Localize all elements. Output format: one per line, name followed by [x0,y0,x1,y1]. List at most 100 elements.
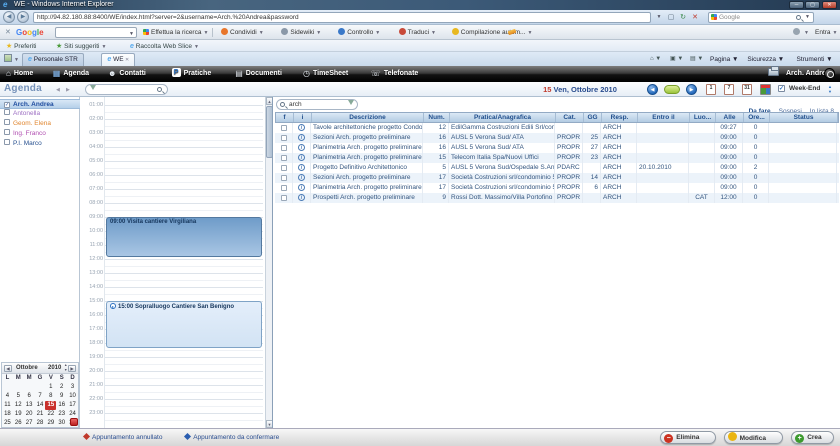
minimize-button[interactable]: ─ [789,1,804,9]
command-strumenti[interactable]: Strumenti ▼ [797,54,833,65]
url-dropdown-icon[interactable]: ▼ [654,12,664,23]
month-view-icon[interactable]: 31 [742,84,752,95]
column-header-alle[interactable]: Alle [716,113,744,122]
info-icon[interactable]: i [298,174,305,181]
table-row[interactable]: iPlanimetria Arch. progetto preliminare1… [275,153,839,163]
minical-day[interactable]: 1 [45,383,56,392]
maximize-button[interactable]: ▢ [805,1,820,9]
column-header-gg[interactable]: GG [584,113,602,122]
close-button[interactable]: ✕ [822,1,837,9]
table-row[interactable]: iPlanimetria Arch. progetto preliminare1… [275,183,839,193]
minical-day[interactable]: 25 [2,419,13,428]
info-icon[interactable]: i [298,164,305,171]
info-icon[interactable]: i [298,134,305,141]
crea-button[interactable]: +Crea [791,431,834,444]
gtoolbar-condividi-button[interactable]: Condividi▼ [218,27,267,38]
row-checkbox[interactable] [281,125,287,131]
info-icon[interactable]: i [298,144,305,151]
table-row[interactable]: iSezioni Arch. progetto preliminare17Soc… [275,173,839,183]
gtoolbar-traduci-button[interactable]: Traduci▼ [396,27,439,38]
tab-close-icon[interactable]: ✕ [124,57,130,63]
tab-personale-str[interactable]: e Personale STR [22,53,84,66]
weekend-checkbox[interactable]: ✓ [778,85,785,92]
row-checkbox[interactable] [281,185,287,191]
checked-checkbox-icon[interactable]: ✓ [4,102,10,108]
search-provider-dropdown-icon[interactable]: ▼ [805,13,810,22]
minical-day[interactable]: 19 [13,410,24,419]
minical-day[interactable]: 4 [2,392,13,401]
gtoolbar-controllo-button[interactable]: Controllo▼ [335,27,383,38]
quick-tabs-icon[interactable]: ▼ [4,54,19,66]
person-checkbox-icon[interactable] [4,129,10,135]
sidebar-person[interactable]: Antonella [0,109,80,119]
prev-day-button[interactable]: ◀ [647,84,658,95]
column-header-num[interactable]: Num. [424,113,450,122]
info-icon[interactable]: i [298,184,305,191]
row-checkbox[interactable] [281,175,287,181]
elimina-button[interactable]: −Elimina [660,431,715,444]
minical-day[interactable]: 22 [45,410,56,419]
home-icon[interactable]: ⌂ ▼ [650,54,661,65]
column-header-luo[interactable]: Luo... [690,113,716,122]
table-row[interactable]: iSezioni Arch. progetto preliminare16AUS… [275,133,839,143]
toolbar-close-icon[interactable]: ✕ [5,28,11,36]
minical-day[interactable]: 28 [35,419,46,428]
year-spinner[interactable]: ▲▼ [64,363,67,373]
minical-day[interactable]: 23 [56,410,67,419]
minical-day[interactable]: 27 [24,419,35,428]
collapse-right-icon[interactable]: ▶ [66,87,70,93]
info-icon[interactable]: i [298,154,305,161]
day-view-icon[interactable]: 1 [706,84,716,95]
sidebar-person[interactable]: ✓Arch. Andrea [0,99,80,109]
minical-day[interactable]: 12 [13,401,24,410]
column-header-ore[interactable]: Ore... [744,113,770,122]
minical-day[interactable]: 29 [45,419,56,428]
favorites-button[interactable]: ★ Preferiti [6,42,37,51]
url-field[interactable]: http://94.82.180.88:8400/WE/index.html?s… [33,12,651,23]
table-row[interactable]: iTavole architettoniche progetto Condomi… [275,123,839,133]
column-header-f[interactable]: f [276,113,294,122]
minical-day[interactable]: 26 [13,419,24,428]
toolbar-settings-button[interactable]: ▼ [790,27,812,38]
multi-agenda-icon[interactable] [760,84,771,95]
browser-search-input[interactable]: Google ▼ [708,12,814,23]
command-pagina[interactable]: Pagina ▼ [710,54,738,65]
google-search-input[interactable]: ▼ [55,27,137,38]
today-button[interactable] [664,85,680,94]
highlighter-icon[interactable] [505,27,519,38]
task-filter-input[interactable]: arch [276,99,358,110]
minical-day[interactable]: 16 [56,401,67,410]
minical-day[interactable]: 17 [67,401,78,410]
prev-month-icon[interactable]: ◀ [4,365,12,372]
column-header-descrizione[interactable]: Descrizione [312,113,424,122]
stop-icon[interactable]: ✕ [690,12,700,23]
column-header-i[interactable]: i [294,113,312,122]
filter-funnel-icon[interactable] [348,100,354,109]
row-checkbox[interactable] [281,145,287,151]
minical-day[interactable]: 2 [56,383,67,392]
web-slice-button[interactable]: e Raccolta Web Slice▼ [130,42,199,52]
feeds-icon[interactable]: ▣ ▼ [670,54,683,65]
nav-telefonate[interactable]: ☏Telefonate [371,68,419,80]
row-checkbox[interactable] [281,195,287,201]
column-header-entroil[interactable]: Entro il [638,113,690,122]
table-row[interactable]: iProgetto Definitivo Architettonico5AUSL… [275,163,839,173]
nav-pratiche[interactable]: PPratiche [172,68,212,80]
minical-day[interactable]: 9 [56,392,67,401]
info-icon[interactable]: i [298,124,305,131]
next-day-button[interactable]: ▶ [686,84,697,95]
minical-day[interactable]: 15 [45,401,56,410]
column-header-resp[interactable]: Resp. [602,113,638,122]
minical-day[interactable]: 21 [35,410,46,419]
command-sicurezza[interactable]: Sicurezza ▼ [747,54,784,65]
search-icon[interactable] [796,15,801,20]
person-checkbox-icon[interactable] [4,139,10,145]
week-view-icon[interactable]: 7 [724,84,734,95]
nav-timesheet[interactable]: ◷TimeSheet [303,68,348,80]
column-header-cat[interactable]: Cat. [556,113,584,122]
table-row[interactable]: iPlanimetria Arch. progetto preliminare1… [275,143,839,153]
row-checkbox[interactable] [281,165,287,171]
collapse-left-icon[interactable]: ◀ [56,87,60,93]
info-icon[interactable]: i [298,194,305,201]
row-checkbox[interactable] [281,155,287,161]
